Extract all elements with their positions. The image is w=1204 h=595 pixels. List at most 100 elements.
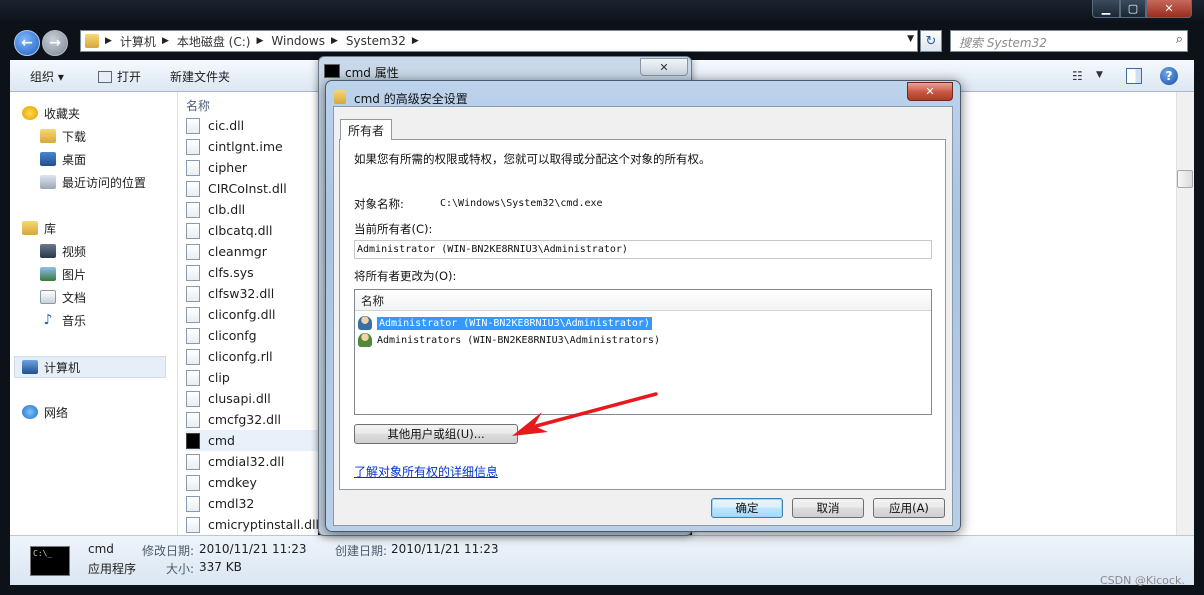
file-list-item[interactable]: CIRCoInst.dll (186, 178, 318, 199)
advanced-close-button[interactable]: ✕ (907, 82, 953, 101)
nav-pictures[interactable]: 图片 (40, 265, 86, 283)
details-filename: cmd (88, 542, 114, 556)
minimize-button[interactable]: ▁ (1092, 0, 1120, 18)
breadcrumb-separator[interactable]: ▶ (162, 36, 169, 46)
file-list-item[interactable]: cmdl32 (186, 493, 318, 514)
nav-computer[interactable]: 计算机 (22, 358, 80, 376)
organize-label: 组织 ▾ (30, 70, 64, 84)
breadcrumb-local-disk[interactable]: 本地磁盘 (C:) (177, 33, 251, 50)
file-name: cliconfg.dll (208, 307, 276, 322)
open-button[interactable]: 打开 (98, 68, 141, 85)
breadcrumb-separator: ▶ (105, 36, 112, 46)
file-icon (186, 474, 200, 491)
file-icon (186, 516, 200, 533)
owner-item-label: Administrator (WIN-BN2KE8RNIU3\Administr… (377, 316, 652, 330)
file-list-item[interactable]: cliconfg.dll (186, 304, 318, 325)
refresh-button[interactable]: ↻ (920, 30, 942, 52)
nav-recent-places[interactable]: 最近访问的位置 (40, 173, 146, 191)
search-icon[interactable]: ⌕ (1176, 32, 1183, 47)
file-list-item[interactable]: clusapi.dll (186, 388, 318, 409)
column-header-name[interactable]: 名称 (186, 97, 210, 114)
preview-pane-icon[interactable] (1126, 68, 1142, 84)
breadcrumb-separator[interactable]: ▶ (331, 36, 338, 46)
desktop-icon (40, 152, 56, 166)
learn-ownership-link[interactable]: 了解对象所有权的详细信息 (354, 463, 498, 480)
cancel-button[interactable]: 取消 (792, 498, 864, 518)
file-icon (186, 432, 200, 449)
back-button[interactable]: ← (14, 30, 40, 56)
breadcrumb-system32[interactable]: System32 (346, 34, 406, 48)
close-button[interactable]: ✕ (1146, 0, 1192, 18)
details-filetype: 应用程序 (88, 562, 137, 576)
videos-icon (40, 244, 56, 258)
file-icon (186, 138, 200, 155)
nav-music[interactable]: ♪ 音乐 (40, 311, 86, 329)
vertical-scrollbar[interactable] (1176, 92, 1194, 535)
file-list-item[interactable]: clfs.sys (186, 262, 318, 283)
file-icon (186, 264, 200, 281)
owner-list-header-name[interactable]: 名称 (355, 290, 931, 311)
file-icon (186, 390, 200, 407)
help-icon[interactable]: ? (1160, 67, 1178, 85)
scrollbar-thumb[interactable] (1177, 170, 1193, 188)
file-list-item[interactable]: clb.dll (186, 199, 318, 220)
organize-menu[interactable]: 组织 ▾ (30, 68, 64, 85)
explorer-titlebar[interactable] (0, 0, 1204, 24)
properties-close-button[interactable]: ✕ (640, 58, 688, 76)
breadcrumb-computer[interactable]: 计算机 (120, 33, 156, 50)
maximize-button[interactable]: ▢ (1120, 0, 1146, 18)
file-list-item[interactable]: clfsw32.dll (186, 283, 318, 304)
file-list-item[interactable]: cmd (186, 430, 318, 451)
view-dropdown-icon[interactable]: ▼ (1096, 70, 1103, 80)
file-list-item[interactable]: cmdial32.dll (186, 451, 318, 472)
breadcrumb-separator[interactable]: ▶ (256, 36, 263, 46)
file-list-item[interactable]: cipher (186, 157, 318, 178)
libraries-icon (22, 221, 38, 235)
file-list-item[interactable]: cmicryptinstall.dll (186, 514, 319, 535)
file-list-item[interactable]: cleanmgr (186, 241, 318, 262)
nav-libraries[interactable]: 库 (22, 219, 56, 237)
nav-network[interactable]: 网络 (22, 403, 68, 421)
ok-button[interactable]: 确定 (711, 498, 783, 518)
pictures-icon (40, 267, 56, 281)
file-list-item[interactable]: clbcatq.dll (186, 220, 318, 241)
folder-icon (85, 34, 99, 48)
file-list-item[interactable]: cic.dll (186, 115, 318, 136)
recent-places-icon (40, 175, 56, 189)
file-list-item[interactable]: cliconfg.rll (186, 346, 318, 367)
file-icon (186, 453, 200, 470)
nav-favorites[interactable]: 收藏夹 (22, 104, 80, 122)
current-owner-field[interactable]: Administrator (WIN-BN2KE8RNIU3\Administr… (354, 240, 932, 259)
watermark-text: CSDN @Kicock. (1100, 574, 1185, 587)
nav-videos[interactable]: 视频 (40, 242, 86, 260)
nav-desktop-label: 桌面 (62, 152, 87, 167)
change-view-icon[interactable]: ☷ (1072, 69, 1088, 83)
owner-list-item-administrator[interactable]: Administrator (WIN-BN2KE8RNIU3\Administr… (358, 315, 652, 331)
address-bar[interactable]: ▶ 计算机 ▶ 本地磁盘 (C:) ▶ Windows ▶ System32 ▶… (80, 30, 918, 52)
forward-button[interactable]: → (42, 30, 68, 56)
file-icon (186, 222, 200, 239)
address-dropdown-icon[interactable]: ▼ (907, 34, 914, 44)
apply-button[interactable]: 应用(A) (873, 498, 945, 518)
nav-desktop[interactable]: 桌面 (40, 150, 86, 168)
file-list-item[interactable]: cintlgnt.ime (186, 136, 318, 157)
file-icon (186, 159, 200, 176)
breadcrumb-separator[interactable]: ▶ (412, 36, 419, 46)
file-name: clbcatq.dll (208, 223, 273, 238)
details-size-value: 337 KB (199, 560, 242, 574)
nav-downloads[interactable]: 下载 (40, 127, 86, 145)
search-input[interactable]: 搜索 System32 ⌕ (950, 30, 1188, 52)
object-name-value: C:\Windows\System32\cmd.exe (440, 198, 603, 209)
owner-list-item-administrators[interactable]: Administrators (WIN-BN2KE8RNIU3\Administ… (358, 332, 660, 348)
nav-documents[interactable]: 文档 (40, 288, 86, 306)
new-folder-button[interactable]: 新建文件夹 (170, 68, 230, 85)
file-list-item[interactable]: clip (186, 367, 318, 388)
file-list-item[interactable]: cliconfg (186, 325, 318, 346)
tab-owner[interactable]: 所有者 (340, 119, 392, 140)
file-icon (186, 180, 200, 197)
file-list-item[interactable]: cmdkey (186, 472, 318, 493)
breadcrumb-windows[interactable]: Windows (271, 34, 325, 48)
object-name-label: 对象名称: (354, 197, 404, 211)
music-icon: ♪ (43, 312, 53, 328)
file-list-item[interactable]: cmcfg32.dll (186, 409, 318, 430)
